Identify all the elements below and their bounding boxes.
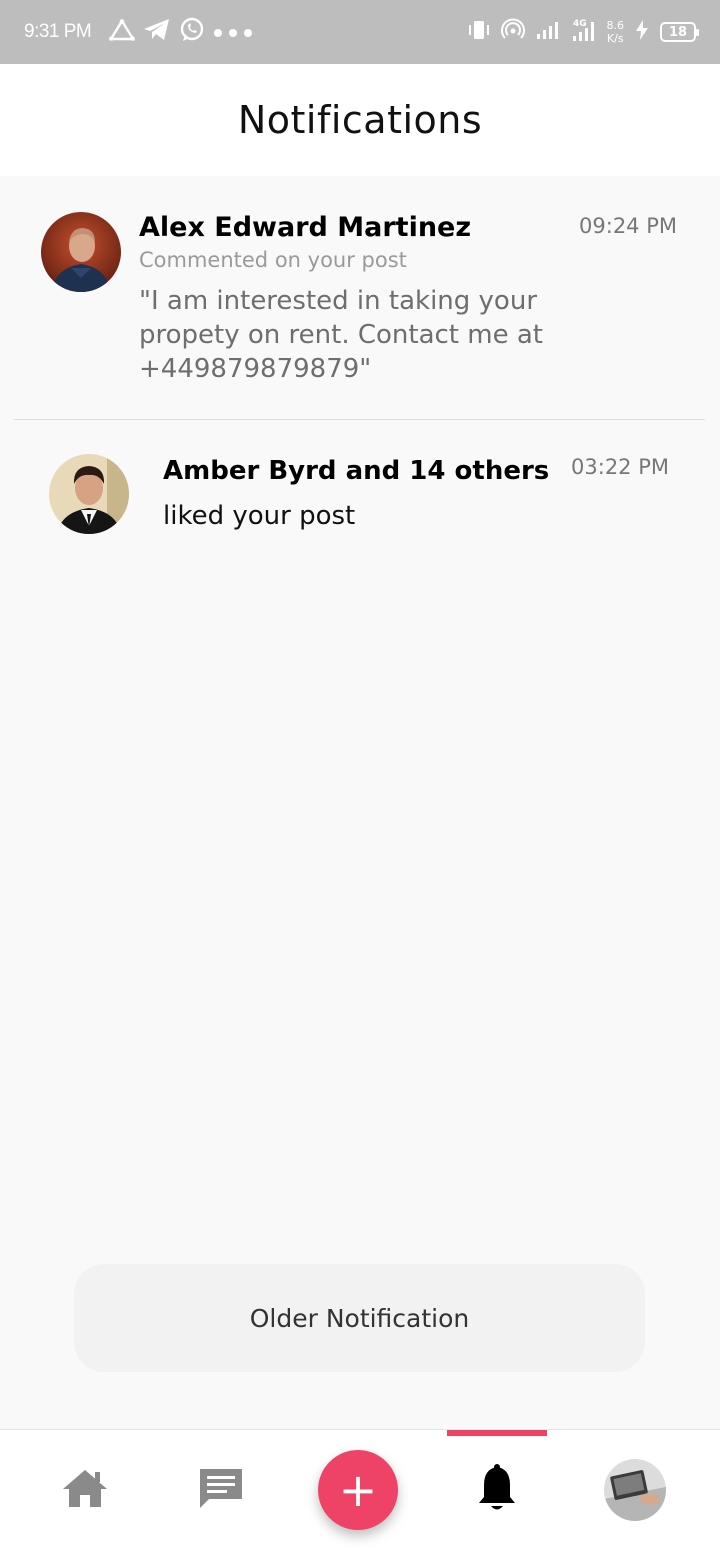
- page-title: Notifications: [237, 98, 483, 142]
- bell-icon: [476, 1463, 518, 1517]
- status-time: 9:31 PM: [24, 21, 92, 42]
- older-notification-button[interactable]: Older Notification: [74, 1264, 645, 1372]
- whatsapp-icon: [179, 17, 205, 47]
- status-bar: 9:31 PM 4G 8.6 K/s 18: [0, 0, 720, 64]
- add-button[interactable]: +: [318, 1449, 398, 1530]
- notification-item[interactable]: Amber Byrd and 14 others liked your post…: [0, 421, 720, 561]
- more-dots-icon: [213, 23, 253, 42]
- svg-text:4G: 4G: [573, 19, 587, 29]
- notification-sender: Amber Byrd and 14 others: [163, 456, 550, 486]
- battery-indicator: 18: [660, 22, 699, 42]
- notification-sender: Alex Edward Martinez: [139, 212, 472, 243]
- vibrate-icon: [467, 19, 491, 45]
- chat-icon: [197, 1466, 245, 1514]
- notification-message: "I am interested in taking your propety …: [139, 286, 543, 384]
- signal-icon: [535, 19, 561, 45]
- nav-add[interactable]: +: [313, 1430, 403, 1548]
- add-icon: +: [338, 1462, 378, 1517]
- nav-messages[interactable]: [176, 1430, 266, 1548]
- nav-profile[interactable]: [590, 1430, 680, 1548]
- hotspot-icon: [500, 18, 525, 46]
- nav-home[interactable]: [40, 1430, 130, 1548]
- app-header: Notifications: [0, 64, 720, 176]
- nav-notifications[interactable]: [447, 1430, 547, 1548]
- signal-4g-icon: 4G: [571, 17, 597, 47]
- triangle-app-icon: [109, 18, 136, 45]
- telegram-icon: [143, 18, 171, 46]
- avatar[interactable]: [41, 212, 121, 292]
- network-speed: 8.6 K/s: [606, 19, 625, 45]
- bottom-nav: +: [0, 1429, 720, 1548]
- notification-time: 03:22 PM: [571, 455, 669, 479]
- notification-subtitle: Commented on your post: [139, 248, 407, 272]
- profile-avatar[interactable]: [604, 1458, 666, 1521]
- notification-time: 09:24 PM: [579, 214, 677, 238]
- charging-icon: [634, 19, 650, 45]
- avatar[interactable]: [49, 454, 129, 534]
- divider: [14, 419, 705, 420]
- notification-item[interactable]: Alex Edward Martinez Commented on your p…: [0, 176, 720, 420]
- notification-message: liked your post: [163, 501, 356, 531]
- home-icon: [61, 1467, 109, 1513]
